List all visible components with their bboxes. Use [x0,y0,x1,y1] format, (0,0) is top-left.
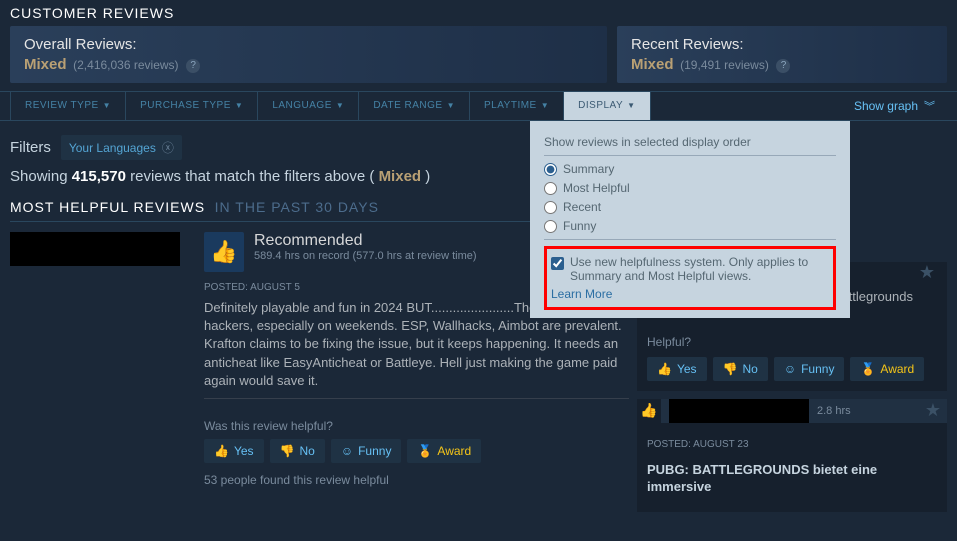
hours-on-record: 589.4 hrs on record (577.0 hrs at review… [254,250,477,262]
chevron-down-icon: ▼ [336,101,344,110]
overall-rating: Mixed [24,56,67,73]
show-graph-button[interactable]: Show graph︾ [842,92,947,120]
chevron-down-icon: ▼ [541,101,549,110]
chevron-down-icon: ▼ [447,101,455,110]
smile-icon: ☺ [341,444,353,458]
display-option-summary[interactable]: Summary [544,162,836,176]
radio-summary[interactable] [544,163,557,176]
chevrons-down-icon: ︾ [924,98,935,114]
vote-yes-button[interactable]: 👍Yes [204,439,264,463]
display-dropdown: Show reviews in selected display order S… [530,121,850,318]
filter-language[interactable]: LANGUAGE▼ [258,92,359,120]
thumbs-down-icon: 👎 [280,444,295,458]
posted-date: POSTED: AUGUST 23 [637,433,947,450]
overall-summary: Overall Reviews: Mixed (2,416,036 review… [10,26,607,83]
filters-label: Filters [10,139,51,156]
hours-on-record: 2.8 hrs [817,405,851,417]
star-icon[interactable]: ★ [919,262,941,283]
helpful-question: Helpful? [637,329,947,349]
help-icon[interactable]: ? [776,59,790,73]
helpfulness-checkbox[interactable] [551,257,564,270]
section-title: CUSTOMER REVIEWS [0,0,957,26]
overall-count: (2,416,036 reviews) [73,58,178,72]
thumbs-up-icon: 👍 [214,444,229,458]
vote-award-button[interactable]: 🏅Award [407,439,481,463]
filter-date-range[interactable]: DATE RANGE▼ [359,92,470,120]
display-option-helpful[interactable]: Most Helpful [544,181,836,195]
recommendation-title: Recommended [254,232,477,250]
avatar[interactable] [10,232,180,266]
vote-award-button[interactable]: 🏅Award [850,357,924,381]
display-option-funny[interactable]: Funny [544,219,836,233]
recent-summary: Recent Reviews: Mixed (19,491 reviews) ? [617,26,947,83]
filter-review-type[interactable]: REVIEW TYPE▼ [10,92,126,120]
thumbs-down-icon: 👎 [723,362,738,376]
learn-more-link[interactable]: Learn More [551,287,829,301]
award-icon: 🏅 [417,444,432,458]
star-icon[interactable]: ★ [925,400,947,421]
filter-display[interactable]: DISPLAY▼ [564,92,650,120]
review-card: 👍 2.8 hrs ★ POSTED: AUGUST 23 PUBG: BATT… [637,399,947,512]
display-option-recent[interactable]: Recent [544,200,836,214]
helpfulness-checkbox-row[interactable]: Use new helpfulness system. Only applies… [551,255,829,283]
left-col-subtitle: IN THE PAST 30 DAYS [215,199,379,215]
left-col-title: MOST HELPFUL REVIEWS [10,199,205,215]
chevron-down-icon: ▼ [235,101,243,110]
vote-row: 👍Yes 👎No ☺Funny 🏅Award [204,439,629,463]
filter-playtime[interactable]: PLAYTIME▼ [470,92,564,120]
thumbs-up-icon: 👍 [657,362,672,376]
avatar[interactable] [669,399,809,423]
chevron-down-icon: ▼ [627,101,635,110]
radio-funny[interactable] [544,220,557,233]
smile-icon: ☺ [784,362,796,376]
helpful-count: 53 people found this review helpful [204,473,629,487]
thumbs-up-icon: 👍 [204,232,244,272]
vote-no-button[interactable]: 👎No [713,357,768,381]
review-text: PUBG: BATTLEGROUNDS bietet eine immersiv… [637,456,947,502]
recent-rating: Mixed [631,56,674,73]
vote-row: 👍Yes 👎No ☺Funny 🏅Award [637,349,947,381]
filter-chip-languages[interactable]: Your Languages ⓧ [61,135,182,160]
vote-funny-button[interactable]: ☺Funny [331,439,402,463]
help-icon[interactable]: ? [186,59,200,73]
thumbs-up-icon: 👍 [637,399,661,423]
radio-helpful[interactable] [544,182,557,195]
chevron-down-icon: ▼ [103,101,111,110]
highlighted-option: Use new helpfulness system. Only applies… [544,246,836,310]
dropdown-title: Show reviews in selected display order [544,135,836,149]
filter-purchase-type[interactable]: PURCHASE TYPE▼ [126,92,258,120]
vote-funny-button[interactable]: ☺Funny [774,357,845,381]
recent-count: (19,491 reviews) [680,58,769,72]
award-icon: 🏅 [860,362,875,376]
recent-label: Recent Reviews: [631,36,933,53]
radio-recent[interactable] [544,201,557,214]
close-icon[interactable]: ⓧ [162,139,174,156]
summary-row: Overall Reviews: Mixed (2,416,036 review… [0,26,957,91]
helpful-question: Was this review helpful? [204,411,629,433]
vote-yes-button[interactable]: 👍Yes [647,357,707,381]
overall-label: Overall Reviews: [24,36,593,53]
vote-no-button[interactable]: 👎No [270,439,325,463]
filters-bar: REVIEW TYPE▼ PURCHASE TYPE▼ LANGUAGE▼ DA… [0,91,957,121]
